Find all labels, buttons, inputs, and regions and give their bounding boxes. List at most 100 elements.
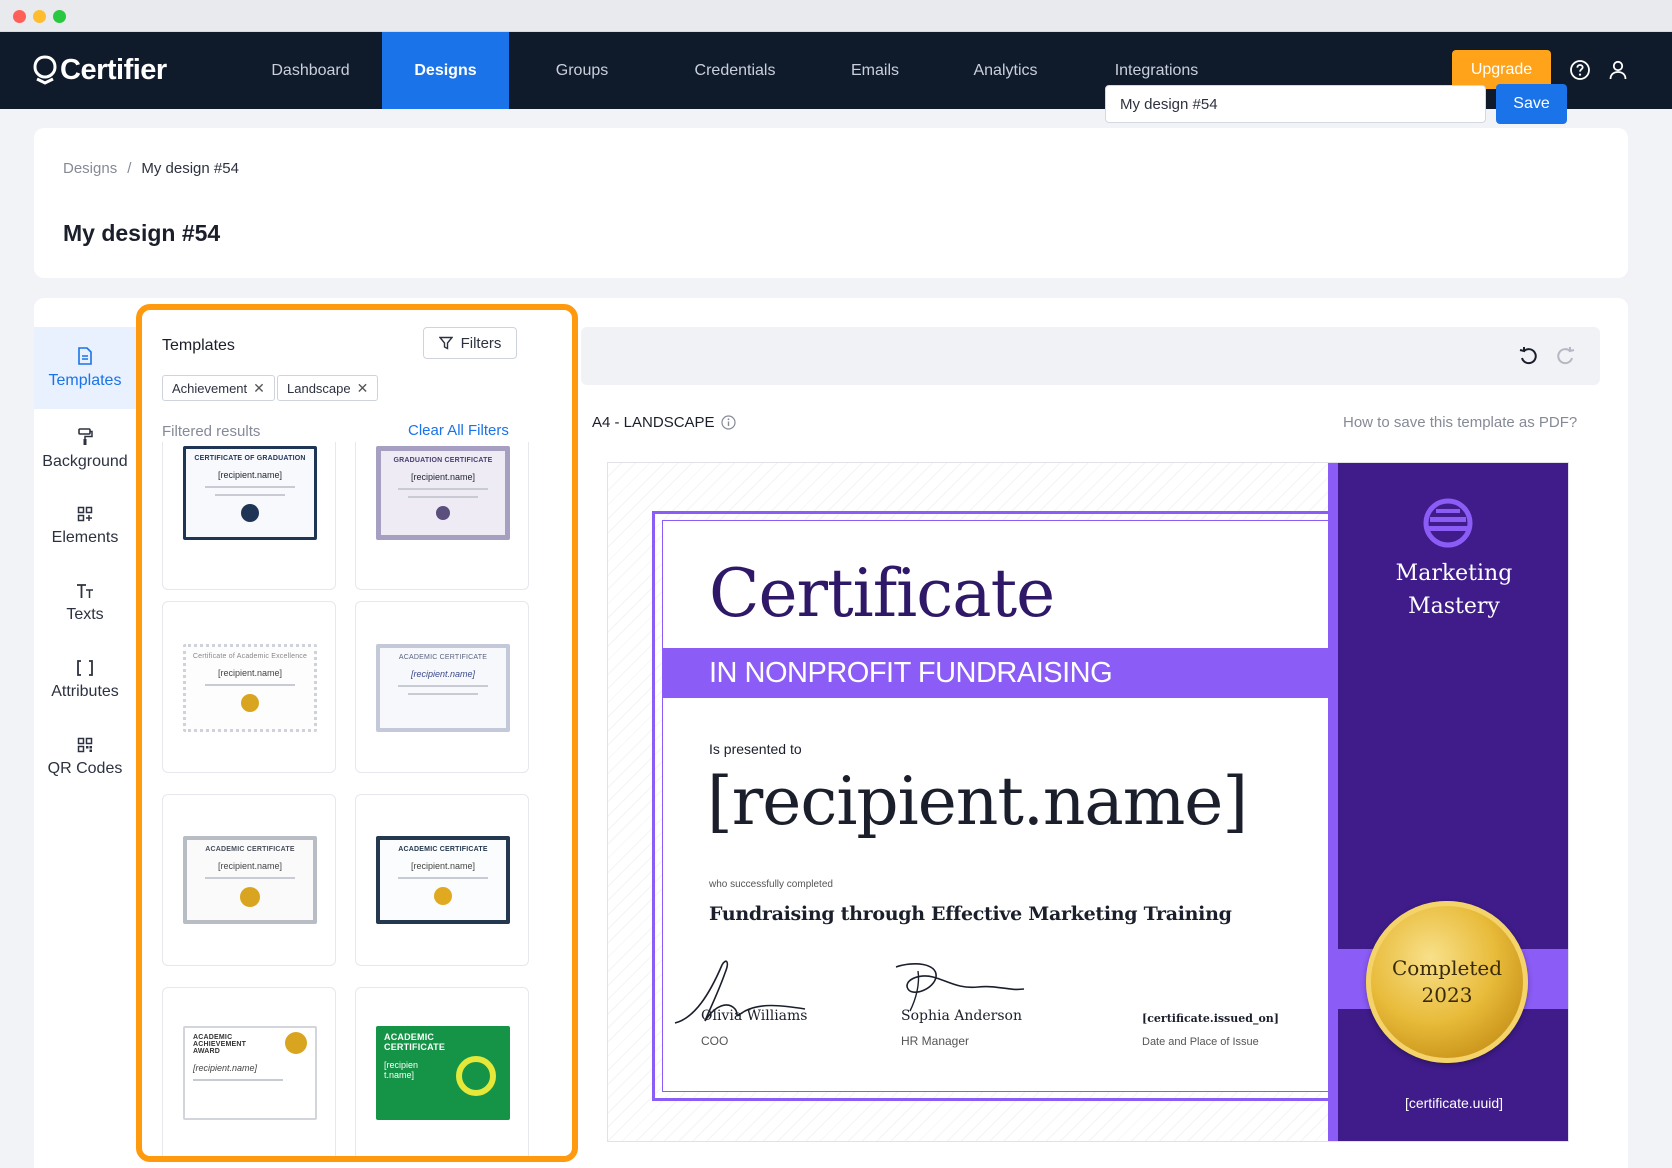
thumbnail-recipient: [recipient.name] — [217, 668, 283, 678]
nav-emails[interactable]: Emails — [821, 32, 929, 109]
template-tile[interactable]: ACADEMIC CERTIFICATE [recipient.name] — [355, 601, 529, 773]
nav-groups[interactable]: Groups — [516, 32, 648, 109]
tool-elements[interactable]: Elements — [34, 485, 136, 567]
issued-on-placeholder[interactable]: [certificate.issued_on] — [1142, 1012, 1279, 1025]
gold-seal-badge[interactable]: Completed 2023 — [1366, 901, 1528, 1063]
template-thumbnail: ACADEMIC CERTIFICATE [recipient.name] — [376, 644, 510, 732]
signature-name-2[interactable]: Sophia Anderson — [901, 1008, 1022, 1024]
filter-chip-landscape[interactable]: Landscape ✕ — [277, 375, 379, 401]
design-header-card: Designs / My design #54 My design #54 — [34, 128, 1628, 278]
tool-qr-codes-label: QR Codes — [47, 759, 123, 777]
nav-designs[interactable]: Designs — [382, 32, 509, 109]
filters-button[interactable]: Filters — [423, 327, 517, 359]
remove-chip-icon[interactable]: ✕ — [357, 380, 369, 397]
template-tile[interactable]: ACADEMIC CERTIFICATE [recipient.name] — [355, 794, 529, 966]
side-title-line-1: Marketing — [1395, 561, 1513, 586]
thumbnail-title: Certificate of Academic Excellence — [192, 653, 308, 660]
template-thumbnail: ACADEMIC CERTIFICATE [recipient.name] — [183, 836, 317, 924]
tool-background[interactable]: Background — [34, 408, 136, 490]
side-title[interactable]: Marketing Mastery — [1338, 557, 1568, 623]
help-circle-icon[interactable] — [1569, 59, 1591, 81]
certifier-logo[interactable]: Certifier — [33, 50, 167, 90]
thumbnail-title: ACADEMIC ACHIEVEMENT AWARD — [193, 1034, 247, 1055]
clear-all-filters-link[interactable]: Clear All Filters — [408, 422, 509, 439]
save-as-pdf-help-link[interactable]: How to save this template as PDF? — [1343, 414, 1577, 431]
thumbnail-recipient: [recipient.name] — [217, 861, 283, 871]
tool-qr-codes[interactable]: QR Codes — [34, 716, 136, 798]
tool-background-label: Background — [42, 452, 128, 470]
window-titlebar — [0, 0, 1672, 32]
certifier-logo-icon — [33, 55, 57, 85]
certificate-canvas[interactable]: Certificate IN NONPROFIT FUNDRAISING Is … — [607, 462, 1569, 1142]
template-tile[interactable]: ACADEMIC CERTIFICATE [recipien t.name] — [355, 987, 529, 1156]
thumbnail-recipient: [recipient.name] — [410, 669, 476, 679]
maximize-window-button[interactable] — [53, 10, 66, 23]
certificate-subtitle[interactable]: IN NONPROFIT FUNDRAISING — [709, 657, 1113, 690]
tool-attributes-label: Attributes — [51, 682, 119, 700]
save-button[interactable]: Save — [1496, 84, 1567, 124]
template-tile[interactable]: CERTIFICATE OF GRADUATION [recipient.nam… — [162, 442, 336, 590]
template-tile[interactable]: ACADEMIC CERTIFICATE [recipient.name] — [162, 794, 336, 966]
thumbnail-badge — [241, 694, 259, 712]
user-icon[interactable] — [1607, 59, 1629, 81]
chip-label: Landscape — [287, 380, 351, 396]
breadcrumb: Designs / My design #54 — [63, 160, 239, 177]
thumbnail-line — [408, 496, 478, 498]
templates-panel-title: Templates — [162, 337, 235, 354]
certificate-title[interactable]: Certificate — [709, 555, 1055, 632]
thumbnail-line — [215, 494, 285, 496]
thumbnail-line — [205, 486, 295, 488]
issued-label[interactable]: Date and Place of Issue — [1142, 1036, 1259, 1048]
undo-icon[interactable] — [1518, 346, 1538, 366]
thumbnail-line — [398, 877, 488, 879]
redo-icon[interactable] — [1556, 346, 1576, 366]
tool-texts[interactable]: Texts — [34, 562, 136, 644]
recipient-name-placeholder[interactable]: [recipient.name] — [707, 763, 1248, 840]
thumbnail-badge — [240, 887, 260, 907]
thumbnail-line — [398, 685, 488, 687]
info-icon[interactable] — [720, 415, 736, 430]
thumbnail-title: GRADUATION CERTIFICATE — [393, 457, 493, 464]
breadcrumb-designs-link[interactable]: Designs — [63, 160, 117, 177]
template-thumbnail: GRADUATION CERTIFICATE [recipient.name] — [376, 446, 510, 540]
template-thumbnail: CERTIFICATE OF GRADUATION [recipient.nam… — [183, 446, 317, 540]
tool-templates[interactable]: Templates — [34, 327, 136, 409]
thumbnail-line — [193, 1079, 283, 1081]
thumbnail-line — [205, 877, 295, 879]
template-tile[interactable]: ACADEMIC ACHIEVEMENT AWARD [recipient.na… — [162, 987, 336, 1156]
thumbnail-badge — [436, 506, 450, 520]
remove-chip-icon[interactable]: ✕ — [253, 380, 265, 397]
template-thumbnail: ACADEMIC CERTIFICATE [recipien t.name] — [376, 1026, 510, 1120]
template-tile[interactable]: Certificate of Academic Excellence [reci… — [162, 601, 336, 773]
close-window-button[interactable] — [13, 10, 26, 23]
brackets-icon — [77, 659, 93, 676]
template-thumbnail: ACADEMIC CERTIFICATE [recipient.name] — [376, 836, 510, 924]
globe-icon[interactable] — [1422, 497, 1474, 549]
canvas-size-text: A4 - LANDSCAPE — [592, 414, 715, 431]
signature-role-2[interactable]: HR Manager — [901, 1034, 969, 1048]
nav-credentials[interactable]: Credentials — [656, 32, 814, 109]
signature-name-1[interactable]: Olivia Williams — [701, 1008, 807, 1024]
template-thumbnail: ACADEMIC ACHIEVEMENT AWARD [recipient.na… — [183, 1026, 317, 1120]
design-name-input[interactable] — [1105, 85, 1486, 123]
nav-analytics[interactable]: Analytics — [937, 32, 1074, 109]
completed-text[interactable]: who successfully completed — [709, 879, 833, 890]
template-tile[interactable]: GRADUATION CERTIFICATE [recipient.name] — [355, 442, 529, 590]
filter-chip-achievement[interactable]: Achievement ✕ — [162, 375, 275, 401]
signature-role-1[interactable]: COO — [701, 1034, 728, 1048]
elements-grid-icon — [77, 506, 93, 521]
canvas-size-label: A4 - LANDSCAPE — [592, 414, 736, 431]
presented-to-text[interactable]: Is presented to — [709, 741, 802, 757]
nav-dashboard[interactable]: Dashboard — [244, 32, 377, 109]
text-icon — [77, 583, 93, 598]
thumbnail-badge — [285, 1032, 307, 1054]
qr-code-icon — [77, 737, 93, 752]
thumbnail-line — [398, 488, 488, 490]
course-title[interactable]: Fundraising through Effective Marketing … — [709, 903, 1232, 925]
thumbnail-recipient: [recipient.name] — [193, 1063, 258, 1073]
minimize-window-button[interactable] — [33, 10, 46, 23]
thumbnail-title: ACADEMIC CERTIFICATE — [384, 1032, 446, 1052]
certificate-uuid-placeholder[interactable]: [certificate.uuid] — [1338, 1095, 1568, 1111]
tool-attributes[interactable]: Attributes — [34, 639, 136, 721]
logo-text: Certifier — [60, 53, 167, 86]
